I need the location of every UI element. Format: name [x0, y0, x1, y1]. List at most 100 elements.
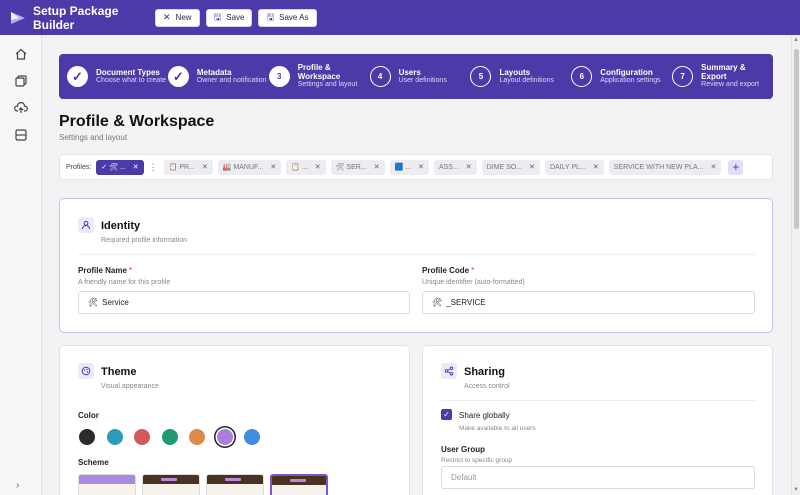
step-2[interactable]: ✓ Metadata Owner and notification: [167, 66, 269, 87]
step-1[interactable]: ✓ Document Types Choose what to create: [67, 66, 168, 87]
theme-subtitle: Visual appearance: [101, 383, 159, 390]
profile-tab[interactable]: 📋 ... ✕: [286, 159, 326, 175]
sharing-subtitle: Access control: [464, 383, 510, 390]
profile-code-input[interactable]: 🛠 _SERVICE: [422, 291, 755, 314]
close-icon[interactable]: ✕: [374, 163, 380, 171]
profile-tab[interactable]: 🏭 MANUF... ✕: [217, 159, 282, 175]
more-options-icon[interactable]: ⋮: [149, 162, 158, 173]
page-subtitle: Settings and layout: [59, 133, 128, 142]
profile-tab[interactable]: 📋 PR... ✕: [163, 159, 213, 175]
step-subtitle: User definitions: [398, 77, 447, 85]
layout-icon[interactable]: [14, 128, 28, 142]
wrench-icon: 🛠: [88, 298, 99, 307]
wizard-stepper: ✓ Document Types Choose what to create ✓ Met…: [59, 54, 773, 99]
profile-tab-label: 🏭 MANUF...: [222, 164, 264, 171]
close-icon[interactable]: ✕: [202, 163, 208, 171]
cloud-upload-icon[interactable]: [14, 101, 28, 115]
profile-name-label: Profile Name *: [78, 266, 133, 275]
profile-name-help: A friendly name for this profile: [78, 279, 171, 286]
theme-title: Theme: [101, 366, 137, 378]
step-3[interactable]: 3 Profile & Workspace Settings and layout: [268, 63, 370, 89]
close-icon[interactable]: ✕: [710, 163, 716, 171]
step-number: 7: [672, 66, 694, 87]
profiles-bar: Profiles: ✓ 🛠 ... ✕ ⋮ 📋 PR... ✕ 🏭 MANUF... ✕ 📋 …: [59, 154, 773, 180]
profile-tab-label: ✓ 🛠 ...: [101, 164, 126, 171]
color-swatch[interactable]: [134, 429, 150, 445]
step-number: 5: [470, 66, 492, 87]
profile-tab[interactable]: DAILY PL... ✕: [544, 159, 604, 175]
user-icon: [78, 217, 94, 233]
step-7[interactable]: 7 Summary & Export Review and export: [672, 64, 773, 88]
step-subtitle: Layout definitions: [499, 77, 554, 85]
step-title: Profile & Workspace: [297, 63, 341, 81]
profile-tab[interactable]: ✓ 🛠 ... ✕: [96, 159, 144, 175]
color-swatch[interactable]: [189, 429, 205, 445]
profile-tab[interactable]: 🛠 SER... ✕: [330, 159, 385, 175]
copy-icon[interactable]: [14, 74, 28, 88]
scheme-option[interactable]: [270, 474, 328, 495]
color-swatch[interactable]: [79, 429, 95, 445]
close-icon[interactable]: ✕: [418, 163, 424, 171]
user-group-select[interactable]: Default: [441, 466, 755, 489]
profile-name-value: Service: [102, 298, 129, 307]
share-icon: [441, 363, 457, 379]
step-5[interactable]: 5 Layouts Layout definitions: [470, 66, 571, 87]
step-title: Document Types: [96, 67, 160, 77]
scheme-accent: [225, 478, 241, 481]
close-icon[interactable]: ✕: [270, 163, 276, 171]
add-profile-button[interactable]: +: [728, 159, 744, 175]
scroll-up-icon[interactable]: ▲: [793, 37, 799, 43]
page-title: Profile & Workspace: [59, 113, 215, 130]
profile-tab-label: DAILY PL...: [549, 163, 586, 171]
share-globally-checkbox[interactable]: ✓: [441, 409, 452, 420]
share-globally-label: Share globally: [459, 411, 510, 420]
color-swatch[interactable]: [161, 429, 178, 445]
step-number: 4: [369, 66, 391, 87]
step-subtitle: Settings and layout: [297, 81, 358, 89]
divider: [441, 400, 755, 401]
scrollbar-thumb[interactable]: [794, 49, 799, 229]
step-4[interactable]: 4 Users User definitions: [369, 66, 471, 87]
color-swatch[interactable]: [106, 429, 123, 445]
close-icon[interactable]: ✕: [466, 163, 472, 171]
vertical-scrollbar[interactable]: ▲ ▼: [791, 35, 800, 495]
expand-rail-button[interactable]: ›: [16, 480, 19, 491]
step-title: Users: [398, 67, 421, 77]
profile-tab[interactable]: DIME SO... ✕: [481, 159, 540, 175]
step-title: Layouts: [499, 67, 531, 77]
scheme-option[interactable]: [206, 474, 264, 495]
profiles-label: Profiles:: [66, 163, 92, 171]
wrench-icon: 🛠: [432, 298, 443, 307]
save-button[interactable]: 🖫 Save: [205, 8, 253, 27]
profile-code-value: _SERVICE: [446, 298, 486, 307]
user-group-label: User Group: [441, 445, 486, 454]
color-swatch[interactable]: [244, 429, 260, 445]
step-subtitle: Review and export: [701, 81, 760, 89]
save-button-label: Save: [226, 13, 245, 22]
profile-tab-label: SERVICE WITH NEW PLA...: [613, 163, 704, 171]
save-as-button[interactable]: 🖫 Save As: [258, 8, 317, 27]
scroll-down-icon[interactable]: ▼: [793, 487, 799, 493]
scheme-option[interactable]: [142, 474, 200, 495]
top-bar: Setup Package Builder ✕ New 🖫 Save 🖫 Sav…: [0, 0, 800, 35]
step-number: ✓: [167, 66, 189, 87]
save-as-button-label: Save As: [279, 13, 309, 22]
profile-tab[interactable]: SERVICE WITH NEW PLA... ✕: [608, 159, 722, 175]
step-6[interactable]: 6 Configuration Application settings: [571, 66, 672, 87]
close-icon[interactable]: ✕: [315, 163, 321, 171]
profile-tab-label: 📋 PR...: [168, 164, 195, 171]
new-button[interactable]: ✕ New: [155, 8, 200, 27]
close-icon[interactable]: ✕: [593, 163, 599, 171]
profile-tab-label: 🛠 SER...: [335, 164, 367, 171]
scheme-option[interactable]: [78, 474, 136, 495]
close-icon[interactable]: ✕: [133, 163, 139, 171]
close-icon[interactable]: ✕: [529, 163, 535, 171]
profile-tab[interactable]: ASS... ✕: [433, 159, 477, 175]
profile-code-label: Profile Code *: [422, 266, 475, 275]
step-number: 6: [571, 66, 593, 87]
home-icon[interactable]: [14, 47, 28, 61]
profile-tab[interactable]: 🟦 ... ✕: [389, 159, 429, 175]
color-label: Color: [78, 411, 99, 420]
color-swatch[interactable]: [216, 429, 233, 445]
profile-name-input[interactable]: 🛠 Service: [78, 291, 410, 314]
